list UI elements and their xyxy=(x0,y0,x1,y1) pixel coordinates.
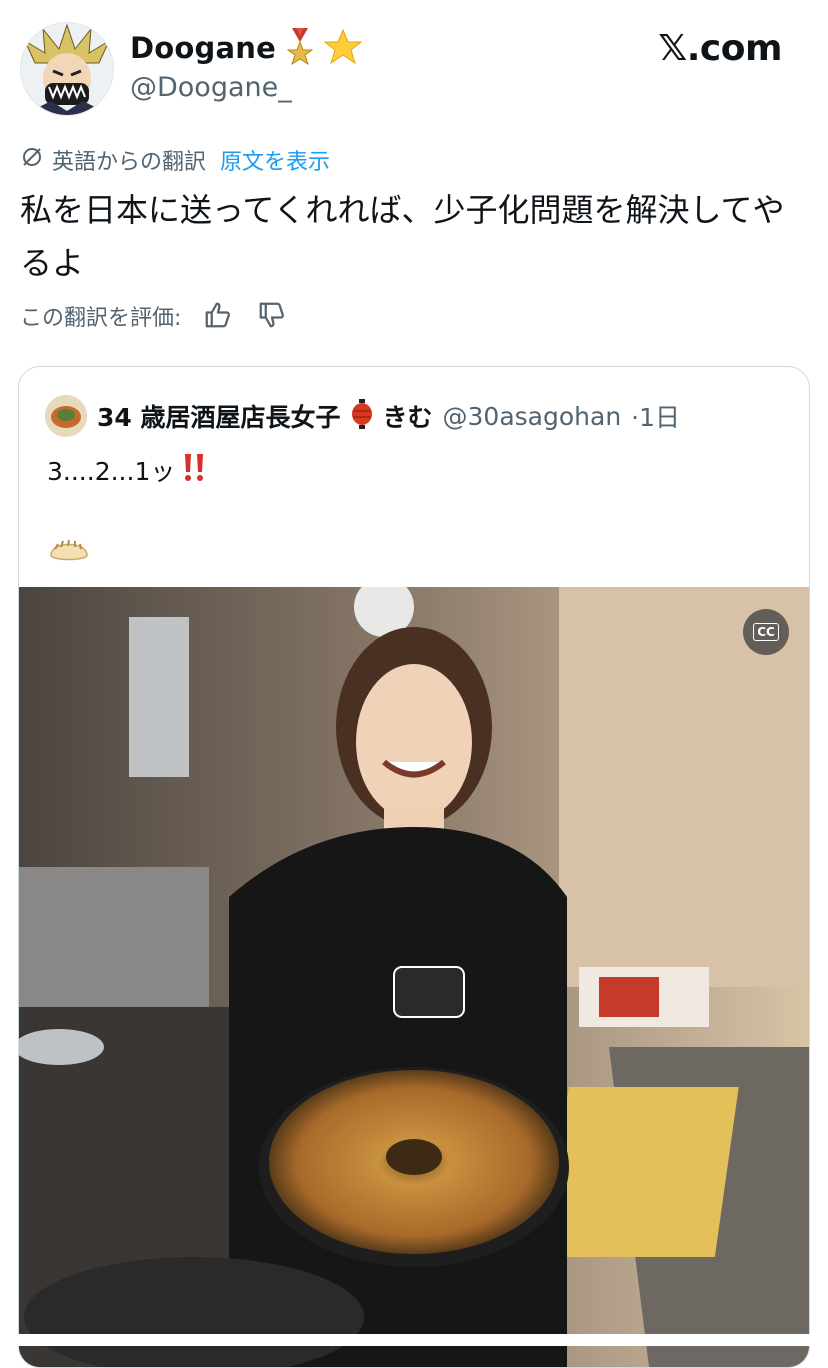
author-name-row: Doogane xyxy=(130,28,363,68)
medal-icon xyxy=(284,28,316,68)
thumbs-up-icon[interactable] xyxy=(203,300,235,332)
site-logo: 𝕏.com xyxy=(658,28,782,69)
dumpling-icon xyxy=(47,527,91,571)
avatar[interactable] xyxy=(20,22,114,116)
tweet-header: Doogane @Doogane_ 𝕏.com xyxy=(0,0,828,120)
translate-icon xyxy=(20,145,44,175)
bottom-divider xyxy=(0,1334,828,1346)
lantern-icon xyxy=(351,399,373,433)
rate-translation-label: この翻訳を評価: xyxy=(20,306,182,331)
thumbs-down-icon[interactable] xyxy=(257,300,289,332)
closed-captions-button[interactable]: CC xyxy=(743,609,789,655)
closed-captions-icon: CC xyxy=(753,623,779,641)
double-exclamation-icon xyxy=(179,451,211,489)
quoted-tweet-time[interactable]: ·1日 xyxy=(631,398,680,434)
quoted-tweet-text-main: 3....2...1ッ xyxy=(47,457,176,486)
translation-bar: 英語からの翻訳 原文を表示 xyxy=(20,144,330,176)
author-display-name[interactable]: Doogane xyxy=(130,31,276,65)
video-frame xyxy=(19,577,809,1367)
show-original-link[interactable]: 原文を表示 xyxy=(220,144,330,176)
video-media[interactable]: CC xyxy=(19,577,809,1367)
translation-label: 英語からの翻訳 xyxy=(52,150,207,175)
quoted-author-name-suffix[interactable]: きむ xyxy=(383,398,433,434)
star-icon xyxy=(323,28,363,68)
quoted-author-handle[interactable]: @30asagohan xyxy=(443,402,622,431)
quoted-tweet-header: 34 歳居酒屋店長女子 きむ @30asagohan ·1日 xyxy=(45,395,680,437)
quoted-tweet-card[interactable]: 34 歳居酒屋店長女子 きむ @30asagohan ·1日 3....2...… xyxy=(18,366,810,1368)
quoted-tweet-text: 3....2...1ッ xyxy=(47,451,211,489)
quoted-author-name[interactable]: 34 歳居酒屋店長女子 xyxy=(97,398,341,434)
tweet-text: 私を日本に送ってくれれば、少子化問題を解決してやるよ xyxy=(20,191,785,282)
rate-translation-row: この翻訳を評価: xyxy=(20,300,289,332)
author-handle[interactable]: @Doogane_ xyxy=(130,72,292,103)
quoted-author-avatar[interactable] xyxy=(45,395,87,437)
